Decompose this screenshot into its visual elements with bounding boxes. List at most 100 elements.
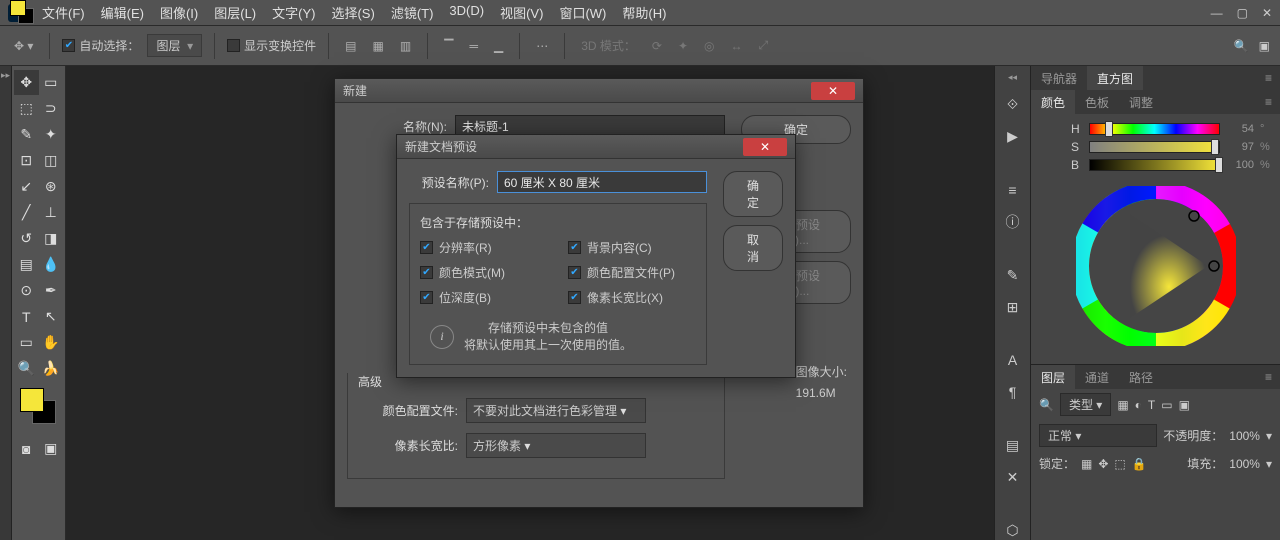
preset-dialog-titlebar[interactable]: 新建文档预设 ✕ bbox=[397, 135, 795, 159]
clone-source-icon[interactable]: ⊞ bbox=[1002, 297, 1024, 317]
menu-文字y[interactable]: 文字(Y) bbox=[264, 3, 323, 22]
color-wheel[interactable] bbox=[1041, 176, 1270, 356]
screen-mode-icon[interactable]: ▣ bbox=[39, 436, 64, 461]
type-tool[interactable]: T bbox=[14, 304, 39, 329]
healing-tool[interactable]: ⊛ bbox=[39, 174, 64, 199]
crop-tool[interactable]: ⊡ bbox=[14, 148, 39, 173]
menu-编辑e[interactable]: 编辑(E) bbox=[93, 3, 152, 22]
fill-value[interactable]: 100% bbox=[1229, 457, 1260, 471]
character-icon[interactable]: A bbox=[1002, 350, 1024, 370]
filter-adjust-icon[interactable]: ◐ bbox=[1135, 398, 1142, 412]
menu-图像i[interactable]: 图像(I) bbox=[152, 3, 206, 22]
preset-check[interactable]: ✔位深度(B) bbox=[420, 289, 548, 306]
preset-check[interactable]: ✔颜色模式(M) bbox=[420, 264, 548, 281]
dodge-tool[interactable]: ⊙ bbox=[14, 278, 39, 303]
artboard-tool[interactable]: ▭ bbox=[39, 70, 64, 95]
eyedropper-tool[interactable]: ↙ bbox=[14, 174, 39, 199]
hand-tool[interactable]: ✋ bbox=[39, 330, 64, 355]
bri-slider[interactable] bbox=[1089, 159, 1220, 171]
minimize-button[interactable]: — bbox=[1211, 6, 1223, 20]
menu-视图v[interactable]: 视图(V) bbox=[492, 3, 551, 22]
tab-navigator[interactable]: 导航器 bbox=[1031, 66, 1087, 90]
menu-选择s[interactable]: 选择(S) bbox=[323, 3, 382, 22]
history-icon[interactable]: ⟐ bbox=[1002, 95, 1024, 115]
show-transform-check[interactable]: ✔显示变换控件 bbox=[227, 37, 316, 54]
tab-adjustments[interactable]: 调整 bbox=[1119, 90, 1163, 114]
tools-icon[interactable]: ✕ bbox=[1002, 467, 1024, 487]
tab-histogram[interactable]: 直方图 bbox=[1087, 66, 1143, 90]
auto-select-check[interactable]: ✔自动选择： bbox=[62, 37, 139, 54]
preset-ok-button[interactable]: 确定 bbox=[723, 171, 783, 217]
path-select-tool[interactable]: ↖ bbox=[39, 304, 64, 329]
menu-图层l[interactable]: 图层(L) bbox=[206, 3, 264, 22]
filter-pixel-icon[interactable]: ▦ bbox=[1117, 398, 1128, 412]
color-swatches[interactable] bbox=[20, 388, 60, 428]
close-icon[interactable]: ✕ bbox=[811, 82, 855, 100]
align-top-icon[interactable]: ▔ bbox=[440, 37, 457, 55]
align-left-icon[interactable]: ▤ bbox=[341, 37, 360, 55]
opacity-value[interactable]: 100% bbox=[1229, 429, 1260, 443]
color-profile-select[interactable]: 不要对此文档进行色彩管理 ▾ bbox=[466, 398, 646, 423]
lasso-tool[interactable]: ⊃ bbox=[39, 96, 64, 121]
menu-帮助h[interactable]: 帮助(H) bbox=[614, 3, 674, 22]
lock-position-icon[interactable]: ✥ bbox=[1098, 457, 1108, 471]
slice-tool[interactable]: ◫ bbox=[39, 148, 64, 173]
history-brush-tool[interactable]: ↺ bbox=[14, 226, 39, 251]
preset-check[interactable]: ✔背景内容(C) bbox=[568, 239, 696, 256]
align-bottom-icon[interactable]: ▁ bbox=[490, 37, 507, 55]
shape-tool[interactable]: ▭ bbox=[14, 330, 39, 355]
3d-icon[interactable]: ⬡ bbox=[1002, 520, 1024, 540]
actions-icon[interactable]: ▶ bbox=[1002, 127, 1024, 147]
move-tool[interactable]: ✥ bbox=[14, 70, 39, 95]
close-button[interactable]: ✕ bbox=[1262, 6, 1272, 20]
align-center-icon[interactable]: ▦ bbox=[369, 37, 388, 55]
paragraph-icon[interactable]: ¶ bbox=[1002, 382, 1024, 402]
distribute-icon[interactable]: ⋯ bbox=[532, 37, 552, 55]
workspace-icon[interactable]: ▣ bbox=[1259, 39, 1270, 53]
preset-check[interactable]: ✔颜色配置文件(P) bbox=[568, 264, 696, 281]
eraser-tool[interactable]: ◨ bbox=[39, 226, 64, 251]
lock-pixels-icon[interactable]: ▦ bbox=[1081, 457, 1092, 471]
dialog-titlebar[interactable]: 新建 ✕ bbox=[335, 79, 863, 103]
gradient-tool[interactable]: ▤ bbox=[14, 252, 39, 277]
filter-smart-icon[interactable]: ▣ bbox=[1179, 398, 1190, 412]
align-middle-icon[interactable]: ═ bbox=[465, 37, 482, 55]
properties-icon[interactable]: ≡ bbox=[1002, 180, 1024, 200]
layer-filter-select[interactable]: 类型 ▾ bbox=[1060, 393, 1111, 416]
marquee-tool[interactable]: ⬚ bbox=[14, 96, 39, 121]
preset-check[interactable]: ✔像素长宽比(X) bbox=[568, 289, 696, 306]
stamp-tool[interactable]: ⊥ bbox=[39, 200, 64, 225]
filter-type-icon[interactable]: T bbox=[1148, 398, 1155, 412]
blur-tool[interactable]: 💧 bbox=[39, 252, 64, 277]
panel-menu-icon[interactable]: ≡ bbox=[1257, 71, 1280, 85]
hue-slider[interactable] bbox=[1089, 123, 1220, 135]
target-select[interactable]: 图层 ▾ bbox=[147, 34, 202, 57]
quick-select-tool[interactable]: ✎ bbox=[14, 122, 39, 147]
menu-3dd[interactable]: 3D(D) bbox=[441, 3, 492, 22]
align-right-icon[interactable]: ▥ bbox=[396, 37, 415, 55]
preset-cancel-button[interactable]: 取消 bbox=[723, 225, 783, 271]
layers-comp-icon[interactable]: ▤ bbox=[1002, 435, 1024, 455]
brush-tool[interactable]: ╱ bbox=[14, 200, 39, 225]
close-icon[interactable]: ✕ bbox=[743, 138, 787, 156]
preset-check[interactable]: ✔分辨率(R) bbox=[420, 239, 548, 256]
lock-artboard-icon[interactable]: ⬚ bbox=[1114, 457, 1125, 471]
pen-tool[interactable]: ✒ bbox=[39, 278, 64, 303]
menu-滤镜t[interactable]: 滤镜(T) bbox=[383, 3, 442, 22]
panel-menu-icon[interactable]: ≡ bbox=[1257, 95, 1280, 109]
brushes-icon[interactable]: ✎ bbox=[1002, 265, 1024, 285]
mini-swatches[interactable] bbox=[10, 0, 34, 24]
menu-文件f[interactable]: 文件(F) bbox=[34, 3, 93, 22]
zoom-tool[interactable]: 🔍 bbox=[14, 356, 39, 381]
edit-toolbar[interactable]: 🍌 bbox=[39, 356, 64, 381]
move-tool-icon[interactable]: ✥ ▾ bbox=[10, 37, 37, 55]
hue-value[interactable]: 54 bbox=[1226, 123, 1254, 135]
preset-name-input[interactable] bbox=[497, 171, 707, 193]
sat-slider[interactable] bbox=[1089, 141, 1220, 153]
tab-color[interactable]: 颜色 bbox=[1031, 90, 1075, 114]
maximize-button[interactable]: ▢ bbox=[1237, 6, 1248, 20]
panel-menu-icon[interactable]: ≡ bbox=[1257, 370, 1280, 384]
lock-all-icon[interactable]: 🔒 bbox=[1132, 457, 1147, 471]
magic-wand-tool[interactable]: ✦ bbox=[39, 122, 64, 147]
tab-channels[interactable]: 通道 bbox=[1075, 365, 1119, 389]
